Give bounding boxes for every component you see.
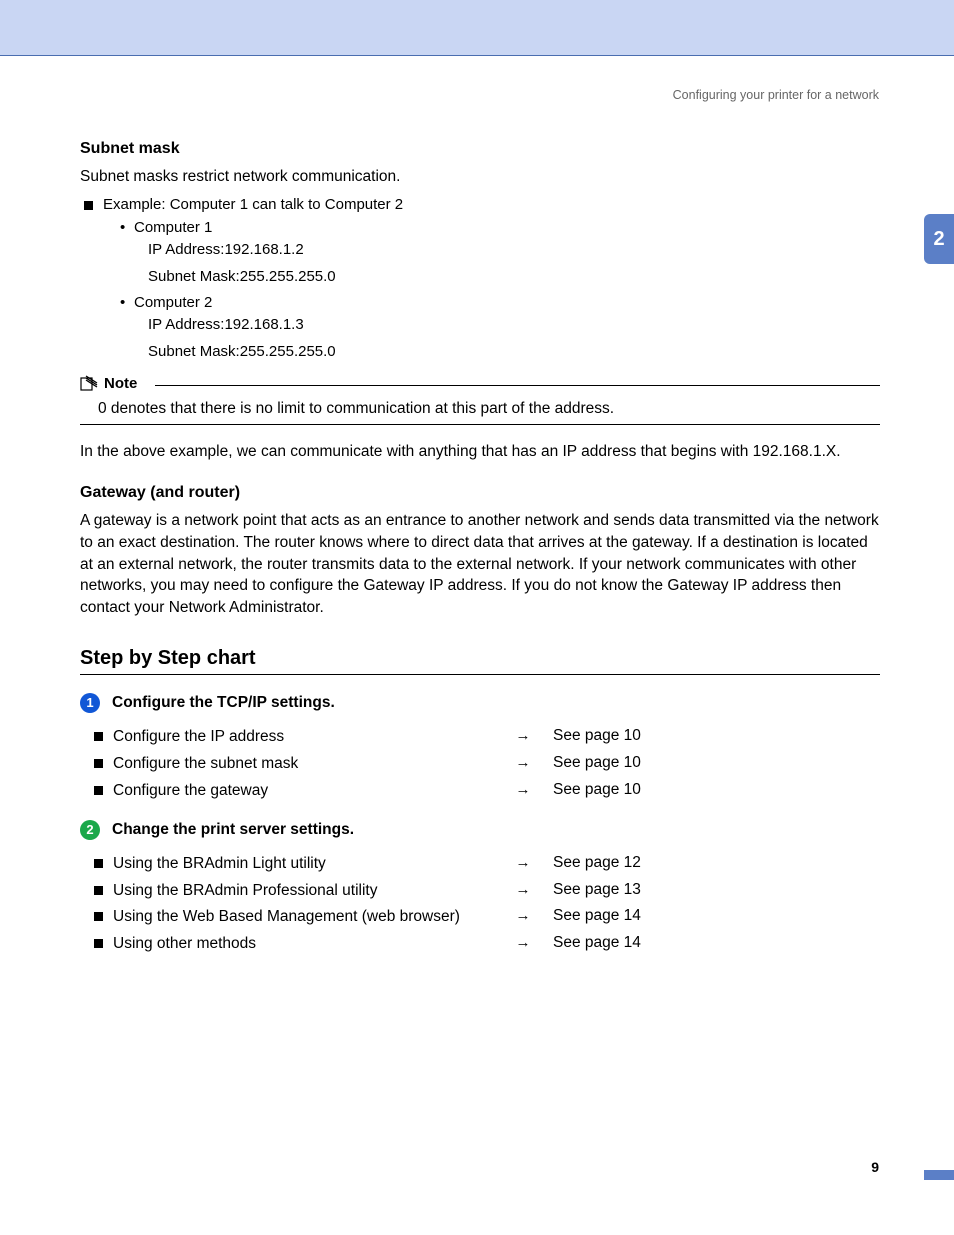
- arrow-icon: →: [493, 727, 553, 744]
- chart-item-label: Using other methods: [113, 934, 493, 955]
- subnet-followup: In the above example, we can communicate…: [80, 441, 880, 463]
- chart-item-label: Configure the gateway: [113, 781, 493, 802]
- note-body: 0 denotes that there is no limit to comm…: [98, 400, 880, 418]
- arrow-icon: →: [493, 907, 553, 924]
- step-number-1-icon: 1: [80, 693, 100, 713]
- square-bullet-icon: [94, 912, 103, 921]
- gateway-heading: Gateway (and router): [80, 484, 880, 502]
- ip-value: 192.168.1.2: [224, 241, 303, 258]
- gateway-body: A gateway is a network point that acts a…: [80, 510, 880, 618]
- chart-row: Configure the IP address → See page 10: [94, 727, 880, 748]
- chart-row: Using the BRAdmin Professional utility →…: [94, 881, 880, 902]
- arrow-icon: →: [493, 781, 553, 798]
- note-label: Note: [104, 375, 137, 392]
- page-ref[interactable]: See page 14: [553, 907, 641, 925]
- chart-item-label: Configure the IP address: [113, 727, 493, 748]
- section-rule: [80, 674, 880, 675]
- step-chart-heading: Step by Step chart: [80, 647, 880, 670]
- square-bullet-icon: [94, 786, 103, 795]
- page-ref[interactable]: See page 10: [553, 727, 641, 745]
- note-bottom-rule: [80, 424, 880, 425]
- arrow-icon: →: [493, 854, 553, 871]
- page-ref[interactable]: See page 14: [553, 934, 641, 952]
- square-bullet-icon: [94, 732, 103, 741]
- running-head: Configuring your printer for a network: [673, 88, 879, 102]
- example-bullet: Example: Computer 1 can talk to Computer…: [84, 196, 880, 213]
- page-content: Subnet mask Subnet masks restrict networ…: [80, 140, 880, 961]
- page-ref[interactable]: See page 10: [553, 754, 641, 772]
- example-label: Example: Computer 1 can talk to Computer…: [103, 196, 403, 213]
- page-side-tab: [924, 1170, 954, 1180]
- arrow-icon: →: [493, 934, 553, 951]
- subnet-intro: Subnet masks restrict network communicat…: [80, 166, 880, 188]
- page-number: 9: [871, 1159, 879, 1175]
- note-rule: [155, 385, 880, 386]
- computer-name: Computer 2: [134, 294, 336, 311]
- note-icon: [80, 375, 98, 391]
- bullet-dot-icon: •: [120, 219, 134, 236]
- chart-row: Configure the subnet mask → See page 10: [94, 754, 880, 775]
- chart-item-label: Using the Web Based Management (web brow…: [113, 907, 493, 928]
- chart-row: Configure the gateway → See page 10: [94, 781, 880, 802]
- chapter-tab: 2: [924, 214, 954, 264]
- chart-row: Using the Web Based Management (web brow…: [94, 907, 880, 928]
- chart-row: Using other methods → See page 14: [94, 934, 880, 955]
- page-ref[interactable]: See page 13: [553, 881, 641, 899]
- step-1-label: Configure the TCP/IP settings.: [112, 694, 335, 712]
- step-2: 2 Change the print server settings.: [80, 820, 880, 840]
- chart-item-label: Using the BRAdmin Professional utility: [113, 881, 493, 902]
- chart-item-label: Configure the subnet mask: [113, 754, 493, 775]
- mask-value: 255.255.255.0: [240, 268, 336, 285]
- step-1: 1 Configure the TCP/IP settings.: [80, 693, 880, 713]
- mask-label: Subnet Mask:: [148, 343, 240, 360]
- square-bullet-icon: [84, 201, 93, 210]
- list-item: • Computer 1 IP Address:192.168.1.2 Subn…: [120, 219, 880, 290]
- square-bullet-icon: [94, 939, 103, 948]
- note-box: Note 0 denotes that there is no limit to…: [80, 375, 880, 425]
- arrow-icon: →: [493, 754, 553, 771]
- ip-value: 192.168.1.3: [224, 316, 303, 333]
- chart-row: Using the BRAdmin Light utility → See pa…: [94, 854, 880, 875]
- bullet-dot-icon: •: [120, 294, 134, 311]
- subnet-mask-heading: Subnet mask: [80, 140, 880, 158]
- chart-item-label: Using the BRAdmin Light utility: [113, 854, 493, 875]
- computer-name: Computer 1: [134, 219, 336, 236]
- page-ref[interactable]: See page 10: [553, 781, 641, 799]
- square-bullet-icon: [94, 886, 103, 895]
- step-2-label: Change the print server settings.: [112, 821, 354, 839]
- square-bullet-icon: [94, 759, 103, 768]
- list-item: • Computer 2 IP Address:192.168.1.3 Subn…: [120, 294, 880, 365]
- page-ref[interactable]: See page 12: [553, 854, 641, 872]
- square-bullet-icon: [94, 859, 103, 868]
- ip-label: IP Address:: [148, 316, 224, 333]
- ip-label: IP Address:: [148, 241, 224, 258]
- top-header-bar: [0, 0, 954, 56]
- step-number-2-icon: 2: [80, 820, 100, 840]
- mask-label: Subnet Mask:: [148, 268, 240, 285]
- arrow-icon: →: [493, 881, 553, 898]
- computer-list: • Computer 1 IP Address:192.168.1.2 Subn…: [120, 219, 880, 365]
- mask-value: 255.255.255.0: [240, 343, 336, 360]
